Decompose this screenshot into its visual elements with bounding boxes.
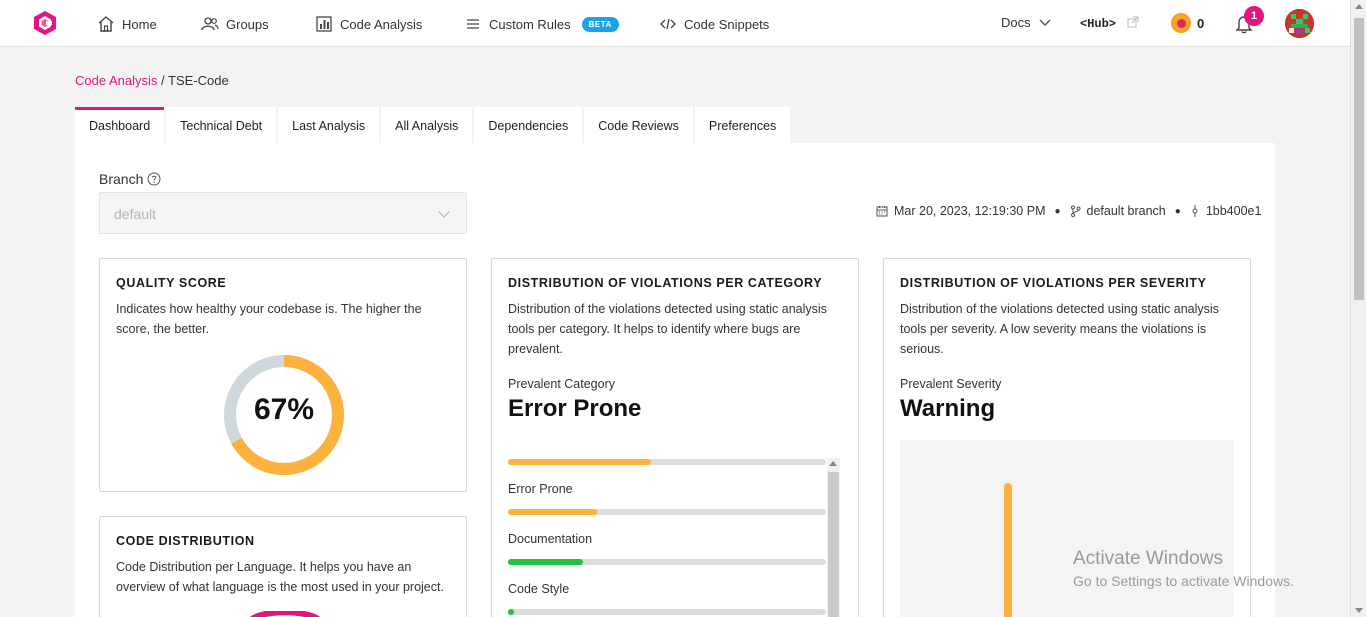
category-bar-track	[508, 459, 826, 465]
category-bar-label: Error Prone	[508, 482, 573, 496]
quality-score-value: 67%	[253, 393, 315, 426]
scrollbar-thumb[interactable]	[828, 472, 839, 617]
branch-select-value: default	[114, 206, 157, 222]
tab-code-reviews[interactable]: Code Reviews	[584, 107, 693, 143]
watermark-line2: Go to Settings to activate Windows.	[1073, 573, 1294, 589]
severity-chart	[900, 440, 1234, 617]
tab-last-analysis[interactable]: Last Analysis	[278, 107, 380, 143]
breadcrumb-current: TSE-Code	[168, 73, 229, 88]
nav-custom-rules-label: Custom Rules	[489, 16, 571, 32]
notification-badge[interactable]: 1	[1244, 6, 1264, 26]
category-bars: Error Prone Documentation Code Style	[508, 455, 826, 615]
separator-dot: ●	[1174, 205, 1181, 217]
nav-groups[interactable]: Groups	[201, 15, 269, 33]
category-scrollbar[interactable]	[827, 458, 840, 617]
home-icon	[98, 16, 114, 32]
menu-lines-icon	[467, 19, 479, 29]
analysis-date: Mar 20, 2023, 12:19:30 PM	[894, 204, 1046, 218]
hub-link[interactable]: <Hub>	[1080, 16, 1139, 31]
nav-docs-label: Docs	[1001, 15, 1031, 30]
prevalent-category-label: Prevalent Category	[508, 377, 616, 391]
code-distribution-chart	[250, 611, 320, 617]
nav-code-analysis-label: Code Analysis	[340, 16, 423, 32]
calendar-icon	[876, 206, 888, 217]
tab-dependencies[interactable]: Dependencies	[474, 107, 583, 143]
chevron-down-icon	[1039, 19, 1051, 26]
code-brackets-icon	[660, 18, 676, 30]
nav-code-snippets[interactable]: Code Snippets	[659, 15, 769, 33]
quality-score-card: QUALITY SCORE Indicates how healthy your…	[99, 258, 467, 492]
nav-home[interactable]: Home	[97, 15, 157, 33]
category-bar-fill	[508, 509, 598, 515]
code-distribution-desc: Code Distribution per Language. It helps…	[116, 560, 444, 594]
coin-count: 0	[1197, 16, 1205, 31]
nav-home-label: Home	[122, 16, 157, 32]
severity-title: DISTRIBUTION OF VIOLATIONS PER SEVERITY	[900, 276, 1207, 290]
git-commit-icon	[1192, 205, 1198, 217]
category-bar-label: Documentation	[508, 532, 593, 546]
nav-groups-label: Groups	[226, 16, 269, 32]
nav-docs[interactable]: Docs	[1001, 15, 1052, 30]
category-card: DISTRIBUTION OF VIOLATIONS PER CATEGORY …	[491, 258, 859, 617]
category-title: DISTRIBUTION OF VIOLATIONS PER CATEGORY	[508, 276, 823, 290]
codiga-logo-icon[interactable]	[32, 10, 58, 36]
scroll-up-icon[interactable]	[829, 461, 837, 466]
prevalent-category-value: Error Prone	[508, 395, 642, 422]
external-link-icon	[1127, 16, 1139, 28]
nav-custom-rules[interactable]: Custom Rules BETA	[464, 15, 619, 33]
category-bar-track	[508, 609, 826, 615]
tab-dashboard[interactable]: Dashboard	[75, 107, 165, 143]
separator-dot: ●	[1054, 205, 1061, 217]
coin-icon[interactable]	[1171, 13, 1191, 33]
avatar[interactable]	[1285, 9, 1314, 38]
quality-score-desc: Indicates how healthy your codebase is. …	[116, 302, 422, 336]
tab-preferences[interactable]: Preferences	[694, 107, 791, 143]
category-bar-track	[508, 509, 826, 515]
nav-code-analysis[interactable]: Code Analysis	[315, 15, 422, 33]
scroll-down-icon[interactable]	[1355, 608, 1363, 613]
branch-label-text: Branch	[99, 171, 144, 187]
tab-bar: Dashboard Technical Debt Last Analysis A…	[75, 107, 791, 143]
watermark-line1: Activate Windows	[1073, 548, 1223, 569]
category-bar-track	[508, 559, 826, 565]
analysis-branch[interactable]: default branch	[1087, 204, 1166, 218]
breadcrumb-code-analysis[interactable]: Code Analysis	[75, 73, 157, 88]
scrollbar-thumb[interactable]	[1354, 18, 1364, 300]
branch-select[interactable]: default	[99, 192, 467, 234]
code-distribution-card: CODE DISTRIBUTION Code Distribution per …	[99, 516, 467, 617]
page-scrollbar[interactable]	[1350, 0, 1366, 617]
severity-bar-warning	[1004, 483, 1012, 617]
severity-desc: Distribution of the violations detected …	[900, 302, 1219, 356]
nav-code-snippets-label: Code Snippets	[684, 16, 770, 32]
help-icon[interactable]	[147, 172, 161, 186]
prevalent-severity-value: Warning	[900, 395, 996, 422]
breadcrumb: Code Analysis / TSE-Code	[75, 73, 229, 88]
groups-icon	[201, 17, 219, 31]
code-distribution-title: CODE DISTRIBUTION	[116, 534, 255, 548]
git-branch-icon	[1070, 205, 1081, 217]
tab-all-analysis[interactable]: All Analysis	[381, 107, 473, 143]
breadcrumb-separator: /	[161, 73, 165, 88]
category-bar-label: Code Style	[508, 582, 570, 596]
prevalent-severity-label: Prevalent Severity	[900, 377, 1002, 391]
branch-label: Branch	[99, 171, 161, 187]
analysis-commit[interactable]: 1bb400e1	[1206, 204, 1262, 218]
category-bar-fill	[508, 559, 583, 565]
beta-badge: BETA	[581, 16, 619, 32]
hub-label: <Hub>	[1080, 17, 1117, 31]
category-desc: Distribution of the violations detected …	[508, 302, 827, 356]
analysis-meta: Mar 20, 2023, 12:19:30 PM ● default bran…	[876, 204, 1261, 218]
scroll-up-icon[interactable]	[1355, 4, 1363, 9]
tab-technical-debt[interactable]: Technical Debt	[166, 107, 277, 143]
category-bar-fill	[508, 459, 652, 465]
category-bar-fill	[508, 609, 515, 615]
quality-score-title: QUALITY SCORE	[116, 276, 227, 290]
chevron-down-icon	[438, 206, 450, 218]
bar-chart-icon	[316, 16, 332, 32]
activate-windows-watermark: Activate Windows Go to Settings to activ…	[1073, 548, 1294, 589]
top-navbar: Home Groups Code Analysis Custom Rules B…	[0, 0, 1350, 47]
